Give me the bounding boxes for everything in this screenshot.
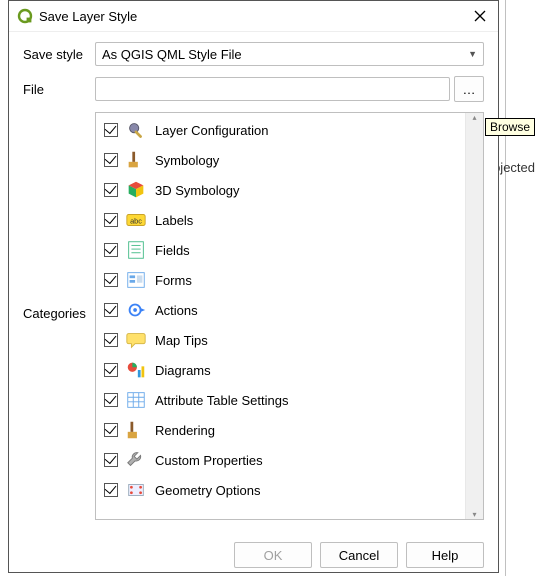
file-input[interactable] bbox=[95, 77, 450, 101]
category-item[interactable]: Custom Properties bbox=[96, 445, 466, 475]
cube3d-icon bbox=[125, 179, 147, 201]
category-item[interactable]: Layer Configuration bbox=[96, 115, 466, 145]
category-label: Map Tips bbox=[155, 333, 208, 348]
category-label: Symbology bbox=[155, 153, 219, 168]
category-item[interactable]: Diagrams bbox=[96, 355, 466, 385]
category-label: Fields bbox=[155, 243, 190, 258]
wrench-icon bbox=[125, 449, 147, 471]
categories-row: Categories Layer Configuration Symbology 3… bbox=[23, 112, 484, 520]
category-label: Labels bbox=[155, 213, 193, 228]
category-label: Attribute Table Settings bbox=[155, 393, 288, 408]
save-style-dropdown[interactable]: As QGIS QML Style File ▼ bbox=[95, 42, 484, 66]
category-item[interactable]: Symbology bbox=[96, 145, 466, 175]
category-label: Forms bbox=[155, 273, 192, 288]
window-title: Save Layer Style bbox=[39, 9, 470, 24]
gear-play-icon bbox=[125, 299, 147, 321]
category-checkbox[interactable] bbox=[104, 243, 118, 257]
nodes-icon bbox=[125, 479, 147, 501]
scrollbar[interactable]: ▴ ▾ bbox=[465, 113, 483, 519]
qgis-icon bbox=[17, 8, 33, 24]
category-item[interactable]: Fields bbox=[96, 235, 466, 265]
background-panel: ojected bbox=[505, 0, 535, 576]
category-checkbox[interactable] bbox=[104, 303, 118, 317]
save-layer-style-dialog: Save Layer Style Save style As QGIS QML … bbox=[8, 0, 499, 573]
category-label: Geometry Options bbox=[155, 483, 261, 498]
dialog-buttons: OK Cancel Help bbox=[9, 542, 498, 568]
list-lines-icon bbox=[125, 239, 147, 261]
categories-list: Layer Configuration Symbology 3D Symbology… bbox=[95, 112, 484, 520]
categories-label: Categories bbox=[23, 112, 95, 321]
category-item[interactable]: Rendering bbox=[96, 415, 466, 445]
background-fragment: ojected bbox=[493, 160, 535, 175]
form-icon bbox=[125, 269, 147, 291]
dialog-content: Save style As QGIS QML Style File ▼ File… bbox=[9, 32, 498, 536]
category-checkbox[interactable] bbox=[104, 123, 118, 137]
file-row: File … bbox=[23, 76, 484, 102]
category-item[interactable]: 3D Symbology bbox=[96, 175, 466, 205]
browse-tooltip: Browse bbox=[485, 118, 535, 136]
save-style-value: As QGIS QML Style File bbox=[102, 47, 242, 62]
category-checkbox[interactable] bbox=[104, 333, 118, 347]
category-item[interactable]: Map Tips bbox=[96, 325, 466, 355]
category-item[interactable]: Forms bbox=[96, 265, 466, 295]
scroll-up-icon: ▴ bbox=[472, 113, 476, 122]
cancel-button[interactable]: Cancel bbox=[320, 542, 398, 568]
category-checkbox[interactable] bbox=[104, 363, 118, 377]
category-checkbox[interactable] bbox=[104, 453, 118, 467]
titlebar: Save Layer Style bbox=[9, 1, 498, 32]
table-icon bbox=[125, 389, 147, 411]
ok-button[interactable]: OK bbox=[234, 542, 312, 568]
category-item[interactable]: Actions bbox=[96, 295, 466, 325]
category-item[interactable]: Geometry Options bbox=[96, 475, 466, 505]
category-label: Actions bbox=[155, 303, 198, 318]
category-label: Diagrams bbox=[155, 363, 211, 378]
category-checkbox[interactable] bbox=[104, 423, 118, 437]
pie-bar-icon bbox=[125, 359, 147, 381]
category-checkbox[interactable] bbox=[104, 153, 118, 167]
help-button[interactable]: Help bbox=[406, 542, 484, 568]
gear-wrench-icon bbox=[125, 119, 147, 141]
scroll-down-icon: ▾ bbox=[472, 510, 476, 519]
chevron-down-icon: ▼ bbox=[468, 49, 477, 59]
close-button[interactable] bbox=[470, 6, 490, 26]
speech-icon bbox=[125, 329, 147, 351]
category-label: Custom Properties bbox=[155, 453, 263, 468]
file-label: File bbox=[23, 82, 95, 97]
brush-icon bbox=[125, 149, 147, 171]
abc-icon: abc bbox=[125, 209, 147, 231]
category-label: 3D Symbology bbox=[155, 183, 240, 198]
category-checkbox[interactable] bbox=[104, 213, 118, 227]
save-style-row: Save style As QGIS QML Style File ▼ bbox=[23, 42, 484, 66]
category-label: Layer Configuration bbox=[155, 123, 268, 138]
category-checkbox[interactable] bbox=[104, 393, 118, 407]
category-checkbox[interactable] bbox=[104, 273, 118, 287]
paint-brush-icon bbox=[125, 419, 147, 441]
category-label: Rendering bbox=[155, 423, 215, 438]
category-item[interactable]: Attribute Table Settings bbox=[96, 385, 466, 415]
category-item[interactable]: abc Labels bbox=[96, 205, 466, 235]
svg-text:abc: abc bbox=[130, 217, 142, 226]
category-checkbox[interactable] bbox=[104, 483, 118, 497]
browse-button[interactable]: … bbox=[454, 76, 484, 102]
category-checkbox[interactable] bbox=[104, 183, 118, 197]
save-style-label: Save style bbox=[23, 47, 95, 62]
